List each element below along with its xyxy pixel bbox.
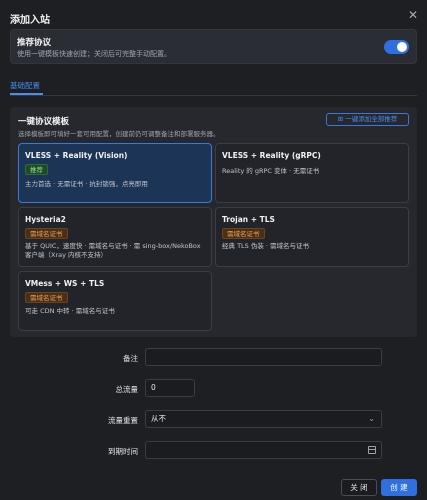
- card-desc: 经典 TLS 伪装 · 需域名与证书: [222, 242, 310, 250]
- tab-active-indicator: [10, 93, 43, 95]
- card-name: Hysteria2: [25, 215, 66, 224]
- create-button[interactable]: 创 建: [381, 479, 417, 496]
- calendar-icon: [368, 446, 376, 454]
- chevron-down-icon: ⌄: [368, 414, 375, 423]
- card-name: VLESS + Reality (gRPC): [222, 151, 321, 160]
- expire-time-picker[interactable]: [145, 441, 382, 459]
- traffic-reset-value: 从不: [151, 414, 166, 423]
- card-badge: 需域名证书: [25, 228, 68, 239]
- toggle-knob: [397, 42, 407, 52]
- card-desc: Reality 的 gRPC 变体 · 无需证书: [222, 167, 320, 175]
- add-inbound-dialog: 添加入站 ✕ 推荐协议 使用一键模板快速创建；关闭后可完整手动配置。 基础配置 …: [0, 0, 427, 500]
- template-card-vless-reality-grpc[interactable]: VLESS + Reality (gRPC) Reality 的 gRPC 变体…: [215, 143, 409, 203]
- total-traffic-label: 总流量: [115, 385, 139, 394]
- remark-input[interactable]: [145, 348, 382, 366]
- traffic-reset-label: 流量重置: [108, 416, 138, 425]
- recommend-subtitle: 使用一键模板快速创建；关闭后可完整手动配置。: [17, 50, 171, 58]
- add-all-recommended-button[interactable]: ⊞ 一键添加全部推荐: [326, 113, 409, 126]
- remark-label: 备注: [123, 354, 138, 363]
- card-name: VMess + WS + TLS: [25, 279, 105, 288]
- template-card-vless-reality-vision[interactable]: VLESS + Reality (Vision) 推荐 主力首选 · 无需证书 …: [18, 143, 212, 203]
- card-name: Trojan + TLS: [222, 215, 275, 224]
- card-desc: 基于 QUIC，速度快 · 需域名与证书 · 需 sing-box/NekoBo…: [25, 242, 201, 259]
- recommend-title: 推荐协议: [17, 38, 52, 48]
- recommend-toggle[interactable]: [384, 40, 409, 54]
- close-icon[interactable]: ✕: [406, 8, 420, 22]
- template-card-trojan-tls[interactable]: Trojan + TLS 需域名证书 经典 TLS 伪装 · 需域名与证书: [215, 207, 409, 267]
- card-badge: 推荐: [25, 164, 48, 175]
- template-panel: 一键协议模板 选择模板即可填好一套可用配置，创建前仍可调整备注和部署服务器。 ⊞…: [10, 107, 417, 337]
- recommend-protocol-section: 推荐协议 使用一键模板快速创建；关闭后可完整手动配置。: [10, 29, 417, 64]
- tab-basic-config[interactable]: 基础配置: [10, 80, 40, 91]
- traffic-reset-select[interactable]: 从不 ⌄: [145, 410, 382, 428]
- card-badge: 需域名证书: [25, 292, 68, 303]
- close-button[interactable]: 关 闭: [341, 479, 377, 496]
- card-name: VLESS + Reality (Vision): [25, 151, 128, 160]
- dialog-title: 添加入站: [10, 15, 50, 26]
- card-desc: 可走 CDN 中转 · 需域名与证书: [25, 307, 115, 315]
- template-panel-title: 一键协议模板: [18, 117, 70, 127]
- card-badge: 需域名证书: [222, 228, 265, 239]
- template-panel-subtitle: 选择模板即可填好一套可用配置，创建前仍可调整备注和部署服务器。: [18, 130, 220, 138]
- total-traffic-input[interactable]: 0: [145, 379, 195, 397]
- tab-divider: [10, 94, 417, 96]
- template-card-vmess-ws-tls[interactable]: VMess + WS + TLS 需域名证书 可走 CDN 中转 · 需域名与证…: [18, 271, 212, 331]
- card-desc: 主力首选 · 无需证书 · 抗封锁强，点亮即用: [25, 180, 148, 188]
- template-card-hysteria2[interactable]: Hysteria2 需域名证书 基于 QUIC，速度快 · 需域名与证书 · 需…: [18, 207, 212, 267]
- expire-time-label: 到期时间: [108, 447, 138, 456]
